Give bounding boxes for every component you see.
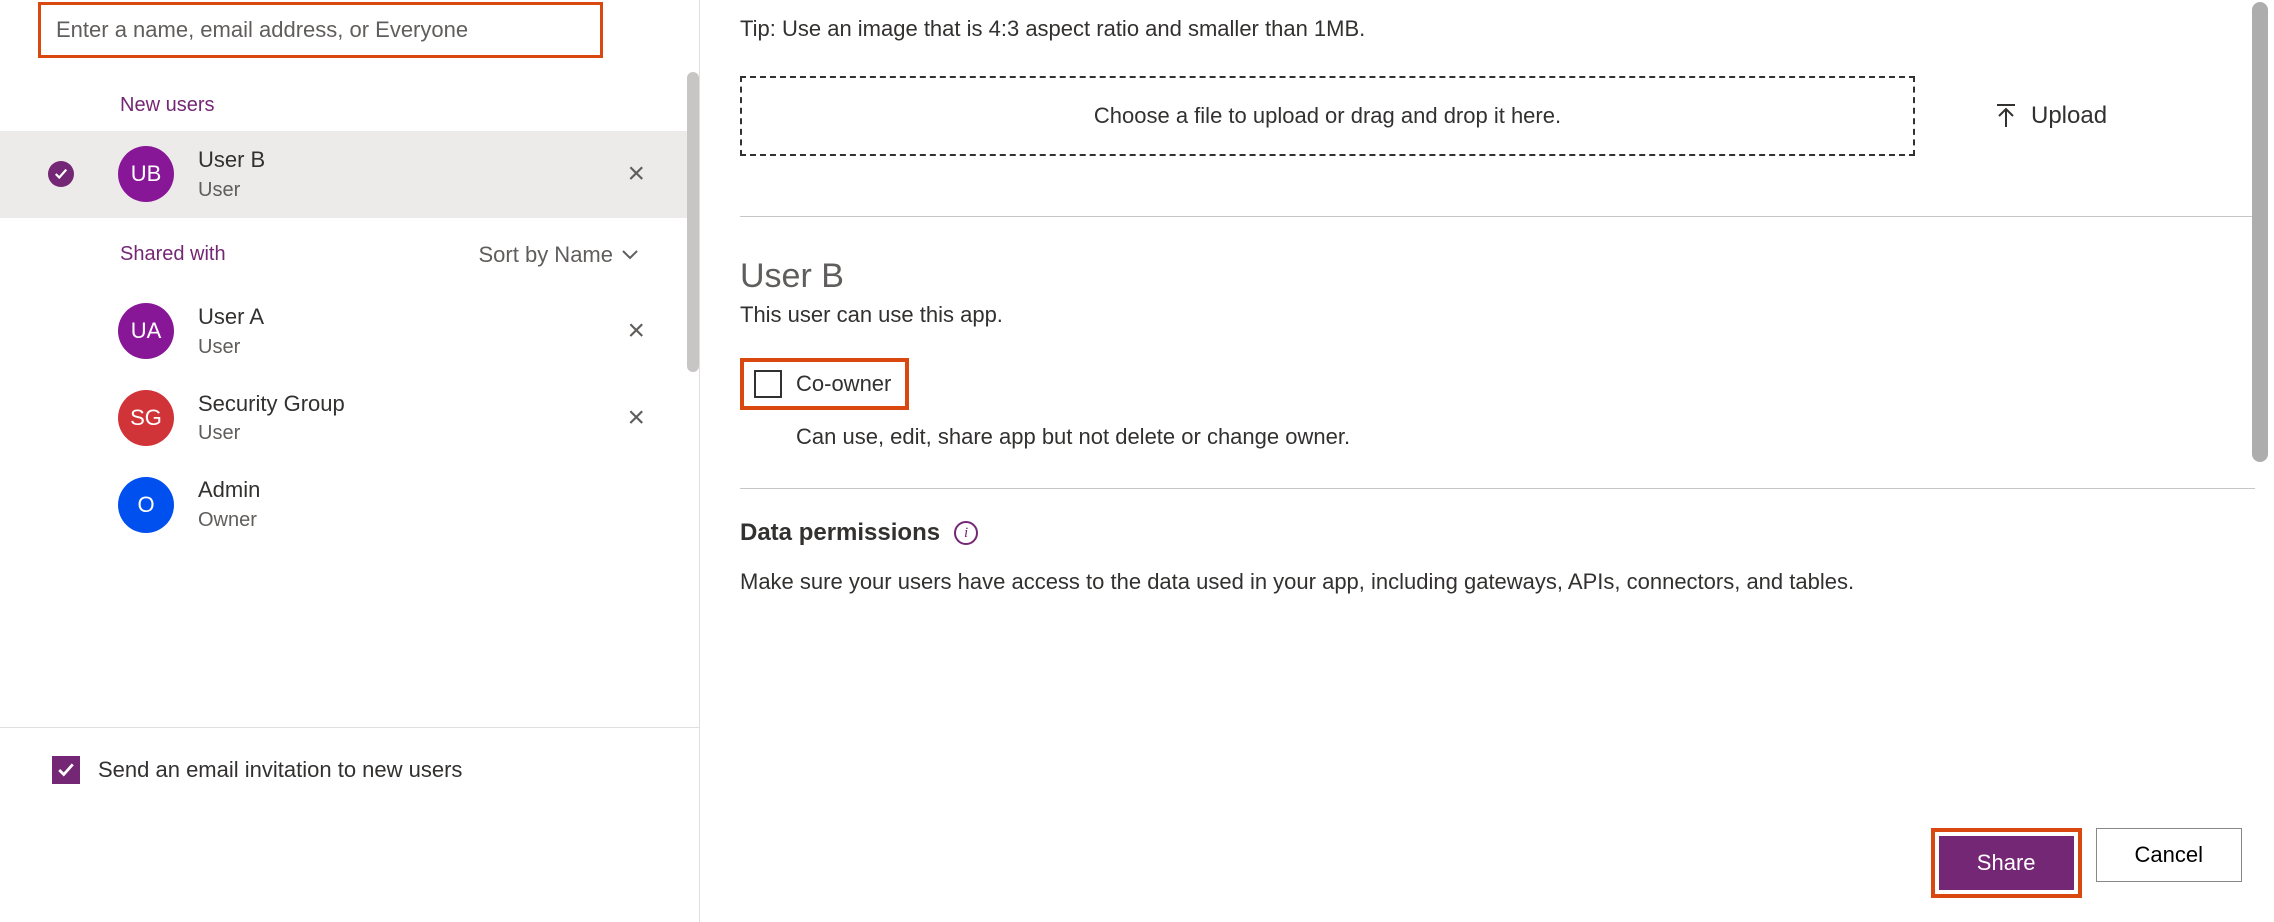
avatar: UB [118, 146, 174, 202]
selected-user-title: User B [740, 257, 2234, 296]
user-role: User [198, 176, 613, 204]
upload-button[interactable]: Upload [1995, 102, 2107, 130]
tip-text: Tip: Use an image that is 4:3 aspect rat… [740, 0, 2234, 42]
data-permissions-title: Data permissions [740, 519, 940, 547]
divider [740, 216, 2255, 217]
selected-user-desc: This user can use this app. [740, 302, 2234, 328]
left-panel: New users UB User B User × Shared with S… [0, 0, 700, 922]
user-name: User A [198, 302, 613, 333]
right-panel: Tip: Use an image that is 4:3 aspect rat… [700, 0, 2274, 922]
divider [740, 488, 2255, 489]
sort-by-dropdown[interactable]: Sort by Name [479, 242, 640, 268]
user-row-user-b[interactable]: UB User B User × [0, 131, 699, 218]
sort-by-label: Sort by Name [479, 242, 614, 268]
user-name: Security Group [198, 389, 613, 420]
bottom-bar: Share Cancel [1931, 828, 2242, 898]
send-email-label: Send an email invitation to new users [98, 757, 462, 783]
user-role: User [198, 333, 613, 361]
user-row-admin[interactable]: O Admin Owner [0, 461, 699, 548]
checkbox-empty-icon [754, 370, 782, 398]
search-input[interactable] [38, 2, 603, 58]
send-email-toggle[interactable]: Send an email invitation to new users [0, 727, 699, 812]
left-scrollbar[interactable] [687, 72, 699, 372]
user-role: User [198, 419, 613, 447]
avatar: SG [118, 390, 174, 446]
new-users-label: New users [0, 58, 699, 131]
selected-check-icon [48, 161, 74, 187]
shared-with-label: Shared with [120, 243, 226, 266]
cancel-button[interactable]: Cancel [2096, 828, 2242, 882]
user-row-security-group[interactable]: SG Security Group User × [0, 375, 699, 462]
coowner-checkbox[interactable]: Co-owner [740, 358, 909, 410]
remove-user-icon[interactable]: × [613, 314, 659, 348]
right-scrollbar[interactable] [2252, 2, 2268, 462]
user-name: User B [198, 145, 613, 176]
user-name: Admin [198, 475, 659, 506]
share-button[interactable]: Share [1939, 836, 2074, 890]
upload-label: Upload [2031, 102, 2107, 130]
data-permissions-desc: Make sure your users have access to the … [740, 569, 2234, 595]
chevron-down-icon [621, 249, 639, 261]
coowner-label: Co-owner [796, 371, 891, 397]
upload-icon [1995, 103, 2017, 129]
coowner-desc: Can use, edit, share app but not delete … [796, 424, 2234, 450]
remove-user-icon[interactable]: × [613, 401, 659, 435]
remove-user-icon[interactable]: × [613, 157, 659, 191]
avatar: O [118, 477, 174, 533]
upload-dropzone[interactable]: Choose a file to upload or drag and drop… [740, 76, 1915, 156]
user-role: Owner [198, 506, 659, 534]
checkbox-checked-icon [52, 756, 80, 784]
user-row-user-a[interactable]: UA User A User × [0, 288, 699, 375]
avatar: UA [118, 303, 174, 359]
info-icon[interactable]: i [954, 521, 978, 545]
